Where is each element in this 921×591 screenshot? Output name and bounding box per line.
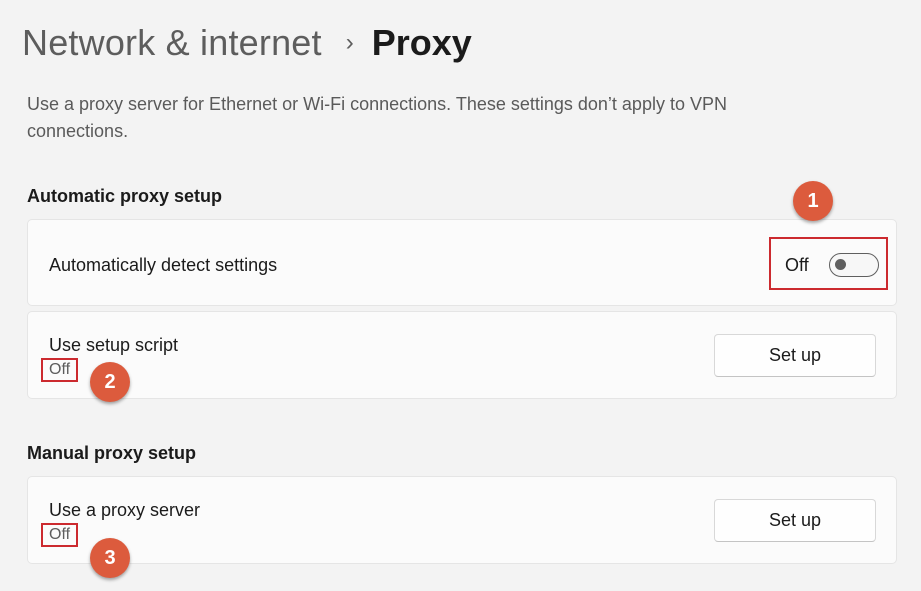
- auto-detect-settings-title: Automatically detect settings: [49, 255, 278, 275]
- setup-script-title: Use setup script: [49, 335, 179, 355]
- auto-detect-settings-card: Automatically detect settings Off: [27, 219, 897, 306]
- breadcrumb-network-internet[interactable]: Network & internet: [22, 22, 322, 64]
- annotation-marker-1: 1: [793, 181, 833, 221]
- proxy-server-title: Use a proxy server: [49, 500, 201, 520]
- annotation-marker-2: 2: [90, 362, 130, 402]
- proxy-server-setup-button[interactable]: Set up: [714, 499, 876, 542]
- proxy-server-status: Off: [41, 523, 79, 547]
- toggle-knob: [835, 259, 846, 270]
- page-description: Use a proxy server for Ethernet or Wi-Fi…: [27, 94, 727, 141]
- setup-script-status: Off: [41, 358, 79, 382]
- proxy-server-card: Use a proxy server Off Set up: [27, 476, 897, 564]
- auto-detect-toggle-switch[interactable]: [829, 253, 879, 277]
- chevron-right-icon: ›: [345, 29, 354, 56]
- automatic-proxy-heading: Automatic proxy setup: [27, 186, 223, 206]
- auto-detect-toggle-state: Off: [785, 255, 809, 275]
- page-title: Proxy: [371, 22, 472, 63]
- setup-script-setup-button[interactable]: Set up: [714, 334, 876, 377]
- annotation-marker-3: 3: [90, 538, 130, 578]
- breadcrumb: Network & internet › Proxy: [22, 20, 472, 66]
- manual-proxy-heading: Manual proxy setup: [27, 443, 197, 463]
- setup-script-card: Use setup script Off Set up: [27, 311, 897, 399]
- auto-detect-toggle-highlight: Off: [769, 237, 888, 290]
